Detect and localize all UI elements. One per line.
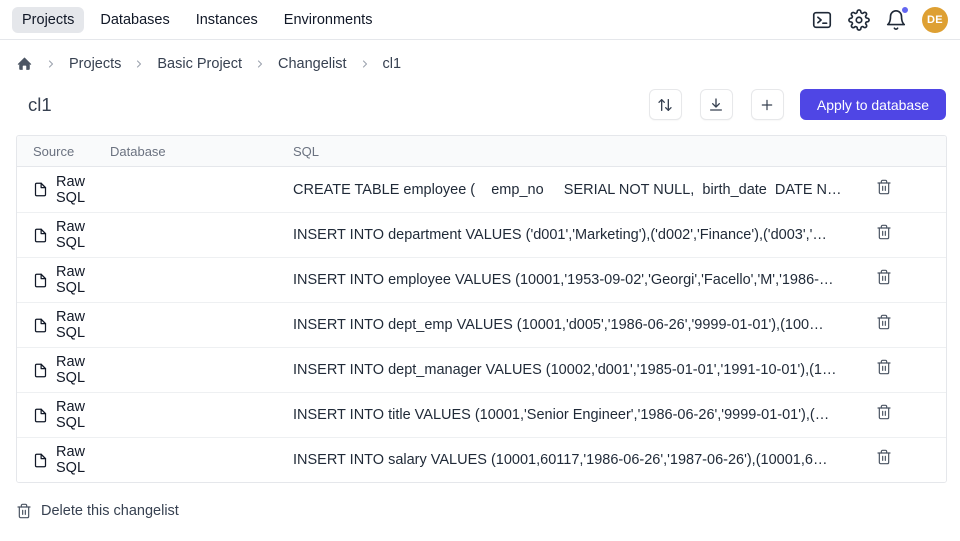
source-label: Raw SQL xyxy=(56,354,110,386)
nav-item-databases[interactable]: Databases xyxy=(90,7,179,33)
delete-row-trash-icon[interactable] xyxy=(876,314,898,336)
actions-cell xyxy=(866,269,946,291)
breadcrumb-cl1[interactable]: cl1 xyxy=(383,56,402,72)
source-label: Raw SQL xyxy=(56,264,110,296)
plus-icon xyxy=(759,97,775,113)
delete-changelist-label: Delete this changelist xyxy=(41,503,179,519)
chevron-right-icon xyxy=(133,58,145,70)
source-cell: Raw SQL xyxy=(17,354,110,386)
file-icon xyxy=(33,453,48,468)
delete-row-trash-icon[interactable] xyxy=(876,404,898,426)
chevron-right-icon xyxy=(359,58,371,70)
sql-cell: INSERT INTO salary VALUES (10001,60117,'… xyxy=(293,452,866,468)
sql-editor-terminal-icon[interactable] xyxy=(811,9,833,31)
delete-row-trash-icon[interactable] xyxy=(876,269,898,291)
notification-badge-dot xyxy=(901,6,909,14)
sql-cell: INSERT INTO department VALUES ('d001','M… xyxy=(293,227,866,243)
page-title: cl1 xyxy=(28,94,52,116)
table-row[interactable]: Raw SQL INSERT INTO dept_emp VALUES (100… xyxy=(17,302,946,347)
chevron-right-icon xyxy=(254,58,266,70)
nav-utilities: DE xyxy=(811,7,948,33)
delete-row-trash-icon[interactable] xyxy=(876,179,898,201)
settings-gear-icon[interactable] xyxy=(848,9,870,31)
changes-table: Source Database SQL Raw SQL CREATE TABLE… xyxy=(16,135,947,483)
table-row[interactable]: Raw SQL INSERT INTO salary VALUES (10001… xyxy=(17,437,946,482)
home-icon[interactable] xyxy=(16,55,33,72)
arrow-up-down-icon xyxy=(657,97,673,113)
table-row[interactable]: Raw SQL INSERT INTO title VALUES (10001,… xyxy=(17,392,946,437)
column-header-source: Source xyxy=(17,144,110,159)
user-avatar[interactable]: DE xyxy=(922,7,948,33)
source-label: Raw SQL xyxy=(56,399,110,431)
sql-cell: INSERT INTO title VALUES (10001,'Senior … xyxy=(293,407,866,423)
file-icon xyxy=(33,273,48,288)
source-cell: Raw SQL xyxy=(17,174,110,206)
breadcrumb-changelist[interactable]: Changelist xyxy=(278,56,347,72)
source-cell: Raw SQL xyxy=(17,399,110,431)
breadcrumb-basic-project[interactable]: Basic Project xyxy=(157,56,242,72)
actions-cell xyxy=(866,404,946,426)
chevron-right-icon xyxy=(45,58,57,70)
column-header-sql: SQL xyxy=(293,144,866,159)
source-label: Raw SQL xyxy=(56,309,110,341)
delete-row-trash-icon[interactable] xyxy=(876,224,898,246)
nav-item-instances[interactable]: Instances xyxy=(186,7,268,33)
actions-cell xyxy=(866,314,946,336)
table-body: Raw SQL CREATE TABLE employee ( emp_no S… xyxy=(17,167,946,482)
header-actions: Apply to database xyxy=(649,89,946,120)
apply-to-database-button[interactable]: Apply to database xyxy=(800,89,946,120)
source-cell: Raw SQL xyxy=(17,444,110,476)
sql-cell: INSERT INTO dept_manager VALUES (10002,'… xyxy=(293,362,866,378)
source-cell: Raw SQL xyxy=(17,309,110,341)
notifications-bell-icon[interactable] xyxy=(885,9,907,31)
actions-cell xyxy=(866,359,946,381)
reorder-sort-button[interactable] xyxy=(649,89,682,120)
add-change-button[interactable] xyxy=(751,89,784,120)
file-icon xyxy=(33,408,48,423)
table-row[interactable]: Raw SQL INSERT INTO employee VALUES (100… xyxy=(17,257,946,302)
table-row[interactable]: Raw SQL INSERT INTO department VALUES ('… xyxy=(17,212,946,257)
file-icon xyxy=(33,228,48,243)
nav-item-environments[interactable]: Environments xyxy=(274,7,383,33)
actions-cell xyxy=(866,224,946,246)
table-header: Source Database SQL xyxy=(17,136,946,167)
actions-cell xyxy=(866,449,946,471)
table-row[interactable]: Raw SQL INSERT INTO dept_manager VALUES … xyxy=(17,347,946,392)
nav-item-projects[interactable]: Projects xyxy=(12,7,84,33)
export-download-button[interactable] xyxy=(700,89,733,120)
sql-cell: INSERT INTO dept_emp VALUES (10001,'d005… xyxy=(293,317,866,333)
download-icon xyxy=(708,97,724,113)
actions-cell xyxy=(866,179,946,201)
file-icon xyxy=(33,318,48,333)
page-header: cl1 Apply to database xyxy=(0,82,960,135)
source-cell: Raw SQL xyxy=(17,219,110,251)
source-cell: Raw SQL xyxy=(17,264,110,296)
delete-changelist-button[interactable]: Delete this changelist xyxy=(16,503,179,519)
table-row[interactable]: Raw SQL CREATE TABLE employee ( emp_no S… xyxy=(17,167,946,212)
delete-row-trash-icon[interactable] xyxy=(876,359,898,381)
source-label: Raw SQL xyxy=(56,219,110,251)
column-header-database: Database xyxy=(110,144,293,159)
sql-cell: CREATE TABLE employee ( emp_no SERIAL NO… xyxy=(293,182,866,198)
delete-row-trash-icon[interactable] xyxy=(876,449,898,471)
source-label: Raw SQL xyxy=(56,444,110,476)
trash-icon xyxy=(16,503,32,519)
nav-tabs: Projects Databases Instances Environment… xyxy=(12,7,382,33)
source-label: Raw SQL xyxy=(56,174,110,206)
breadcrumb: Projects Basic Project Changelist cl1 xyxy=(0,40,960,82)
breadcrumb-projects[interactable]: Projects xyxy=(69,56,121,72)
top-navigation: Projects Databases Instances Environment… xyxy=(0,0,960,40)
file-icon xyxy=(33,363,48,378)
sql-cell: INSERT INTO employee VALUES (10001,'1953… xyxy=(293,272,866,288)
file-icon xyxy=(33,182,48,197)
